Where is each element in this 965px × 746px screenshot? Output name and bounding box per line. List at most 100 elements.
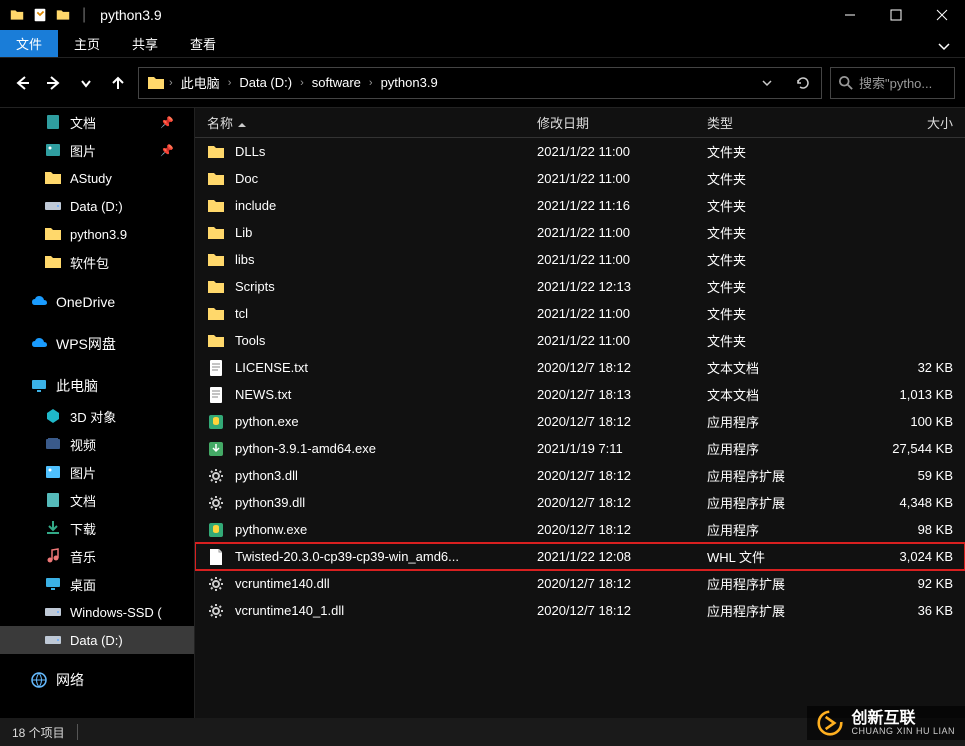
sidebar-item-label: 视频 bbox=[70, 435, 96, 454]
sidebar-onedrive[interactable]: OneDrive bbox=[0, 286, 194, 318]
file-row[interactable]: pythonw.exe2020/12/7 18:12应用程序98 KB bbox=[195, 516, 965, 543]
file-type: 文件夹 bbox=[695, 142, 845, 161]
file-date: 2021/1/22 11:00 bbox=[525, 333, 695, 348]
forward-button[interactable] bbox=[42, 71, 66, 95]
file-row[interactable]: python3.dll2020/12/7 18:12应用程序扩展59 KB bbox=[195, 462, 965, 489]
file-date: 2020/12/7 18:12 bbox=[525, 414, 695, 429]
file-name: pythonw.exe bbox=[235, 522, 307, 537]
address-bar[interactable]: › 此电脑 › Data (D:) › software › python3.9 bbox=[138, 67, 822, 99]
chevron-right-icon: › bbox=[228, 77, 232, 89]
search-input[interactable]: 搜索"pytho... bbox=[830, 67, 955, 99]
file-date: 2020/12/7 18:12 bbox=[525, 468, 695, 483]
file-row[interactable]: vcruntime140.dll2020/12/7 18:12应用程序扩展92 … bbox=[195, 570, 965, 597]
status-divider bbox=[77, 724, 78, 740]
file-row[interactable]: Lib2021/1/22 11:00文件夹 bbox=[195, 219, 965, 246]
file-row[interactable]: Doc2021/1/22 11:00文件夹 bbox=[195, 165, 965, 192]
sidebar-item-label: Data (D:) bbox=[70, 199, 123, 214]
ribbon-expand-icon[interactable] bbox=[937, 38, 951, 56]
refresh-button[interactable] bbox=[785, 68, 821, 98]
file-name: DLLs bbox=[235, 144, 265, 159]
sidebar-thispc-item[interactable]: Windows-SSD ( bbox=[0, 598, 194, 626]
sidebar-quick-item[interactable]: 图片📌 bbox=[0, 136, 194, 164]
crumb-software[interactable]: software bbox=[308, 75, 365, 90]
file-size: 3,024 KB bbox=[845, 549, 965, 564]
sidebar-thispc-item[interactable]: 视频 bbox=[0, 430, 194, 458]
sidebar-thispc-item[interactable]: 下载 bbox=[0, 514, 194, 542]
file-date: 2021/1/22 11:16 bbox=[525, 198, 695, 213]
quick-folder-icon[interactable] bbox=[54, 8, 72, 22]
file-row[interactable]: python39.dll2020/12/7 18:12应用程序扩展4,348 K… bbox=[195, 489, 965, 516]
sidebar-thispc-item[interactable]: 文档 bbox=[0, 486, 194, 514]
file-row[interactable]: include2021/1/22 11:16文件夹 bbox=[195, 192, 965, 219]
file-type: 文件夹 bbox=[695, 196, 845, 215]
col-header-size[interactable]: 大小 bbox=[845, 113, 965, 132]
sidebar-network[interactable]: 网络 bbox=[0, 664, 194, 696]
file-type: 文件夹 bbox=[695, 169, 845, 188]
col-header-date[interactable]: 修改日期 bbox=[525, 113, 695, 132]
crumb-python[interactable]: python3.9 bbox=[377, 75, 442, 90]
sidebar-item-label: OneDrive bbox=[56, 294, 115, 310]
file-row[interactable]: DLLs 2021/1/22 11:00文件夹 bbox=[195, 138, 965, 165]
file-date: 2021/1/22 11:00 bbox=[525, 144, 695, 159]
file-row[interactable]: python-3.9.1-amd64.exe2021/1/19 7:11应用程序… bbox=[195, 435, 965, 462]
quick-doc-icon[interactable] bbox=[32, 7, 48, 23]
col-header-type[interactable]: 类型 bbox=[695, 113, 845, 132]
column-headers: 名称 修改日期 类型 大小 bbox=[195, 108, 965, 138]
titlebar-separator: | bbox=[82, 6, 86, 24]
sidebar-thispc-item[interactable]: 3D 对象 bbox=[0, 402, 194, 430]
sidebar-item-label: Windows-SSD ( bbox=[70, 605, 162, 620]
file-size: 98 KB bbox=[845, 522, 965, 537]
sidebar-thispc-item[interactable]: 音乐 bbox=[0, 542, 194, 570]
status-item-count: 18 个项目 bbox=[12, 724, 65, 741]
back-button[interactable] bbox=[10, 71, 34, 95]
up-button[interactable] bbox=[106, 71, 130, 95]
sidebar-thispc[interactable]: 此电脑 bbox=[0, 370, 194, 402]
file-type: 应用程序 bbox=[695, 520, 845, 539]
ribbon-tabs: 文件 主页 共享 查看 bbox=[0, 30, 965, 58]
file-row[interactable]: tcl2021/1/22 11:00文件夹 bbox=[195, 300, 965, 327]
close-button[interactable] bbox=[919, 0, 965, 30]
sidebar-thispc-item[interactable]: 桌面 bbox=[0, 570, 194, 598]
sidebar-item-label: 文档 bbox=[70, 491, 96, 510]
file-row[interactable]: Tools2021/1/22 11:00文件夹 bbox=[195, 327, 965, 354]
sidebar-item-label: 文档 bbox=[70, 113, 96, 132]
sidebar-quick-item[interactable]: python3.9 bbox=[0, 220, 194, 248]
sidebar-thispc-item[interactable]: 图片 bbox=[0, 458, 194, 486]
minimize-button[interactable] bbox=[827, 0, 873, 30]
file-name: libs bbox=[235, 252, 255, 267]
file-type: 应用程序扩展 bbox=[695, 466, 845, 485]
recent-dropdown-icon[interactable] bbox=[74, 71, 98, 95]
file-date: 2020/12/7 18:12 bbox=[525, 360, 695, 375]
monitor-icon bbox=[30, 377, 48, 395]
tab-file[interactable]: 文件 bbox=[0, 30, 58, 57]
file-row[interactable]: vcruntime140_1.dll2020/12/7 18:12应用程序扩展3… bbox=[195, 597, 965, 624]
file-name: python-3.9.1-amd64.exe bbox=[235, 441, 376, 456]
col-header-name[interactable]: 名称 bbox=[195, 113, 525, 132]
search-icon bbox=[839, 76, 853, 90]
file-row[interactable]: libs2021/1/22 11:00文件夹 bbox=[195, 246, 965, 273]
sidebar-quick-item[interactable]: 软件包 bbox=[0, 248, 194, 276]
address-dropdown-icon[interactable] bbox=[749, 68, 785, 98]
crumb-thispc[interactable]: 此电脑 bbox=[177, 73, 224, 92]
file-row[interactable]: Twisted-20.3.0-cp39-cp39-win_amd6...2021… bbox=[195, 543, 965, 570]
tab-view[interactable]: 查看 bbox=[174, 30, 232, 57]
file-name: Tools bbox=[235, 333, 265, 348]
sidebar-wps[interactable]: WPS网盘 bbox=[0, 328, 194, 360]
sidebar-quick-item[interactable]: Data (D:) bbox=[0, 192, 194, 220]
maximize-button[interactable] bbox=[873, 0, 919, 30]
crumb-drive[interactable]: Data (D:) bbox=[235, 75, 296, 90]
tab-home[interactable]: 主页 bbox=[58, 30, 116, 57]
tab-share[interactable]: 共享 bbox=[116, 30, 174, 57]
sidebar-quick-item[interactable]: AStudy bbox=[0, 164, 194, 192]
sidebar-thispc-item[interactable]: Data (D:) bbox=[0, 626, 194, 654]
file-date: 2021/1/22 11:00 bbox=[525, 306, 695, 321]
file-row[interactable]: python.exe2020/12/7 18:12应用程序100 KB bbox=[195, 408, 965, 435]
file-row[interactable]: Scripts2021/1/22 12:13文件夹 bbox=[195, 273, 965, 300]
sidebar-item-label: AStudy bbox=[70, 171, 112, 186]
file-name: NEWS.txt bbox=[235, 387, 291, 402]
file-row[interactable]: NEWS.txt2020/12/7 18:13文本文档1,013 KB bbox=[195, 381, 965, 408]
file-row[interactable]: LICENSE.txt2020/12/7 18:12文本文档32 KB bbox=[195, 354, 965, 381]
sidebar-item-label: 桌面 bbox=[70, 575, 96, 594]
file-type: WHL 文件 bbox=[695, 547, 845, 566]
sidebar-quick-item[interactable]: 文档📌 bbox=[0, 108, 194, 136]
